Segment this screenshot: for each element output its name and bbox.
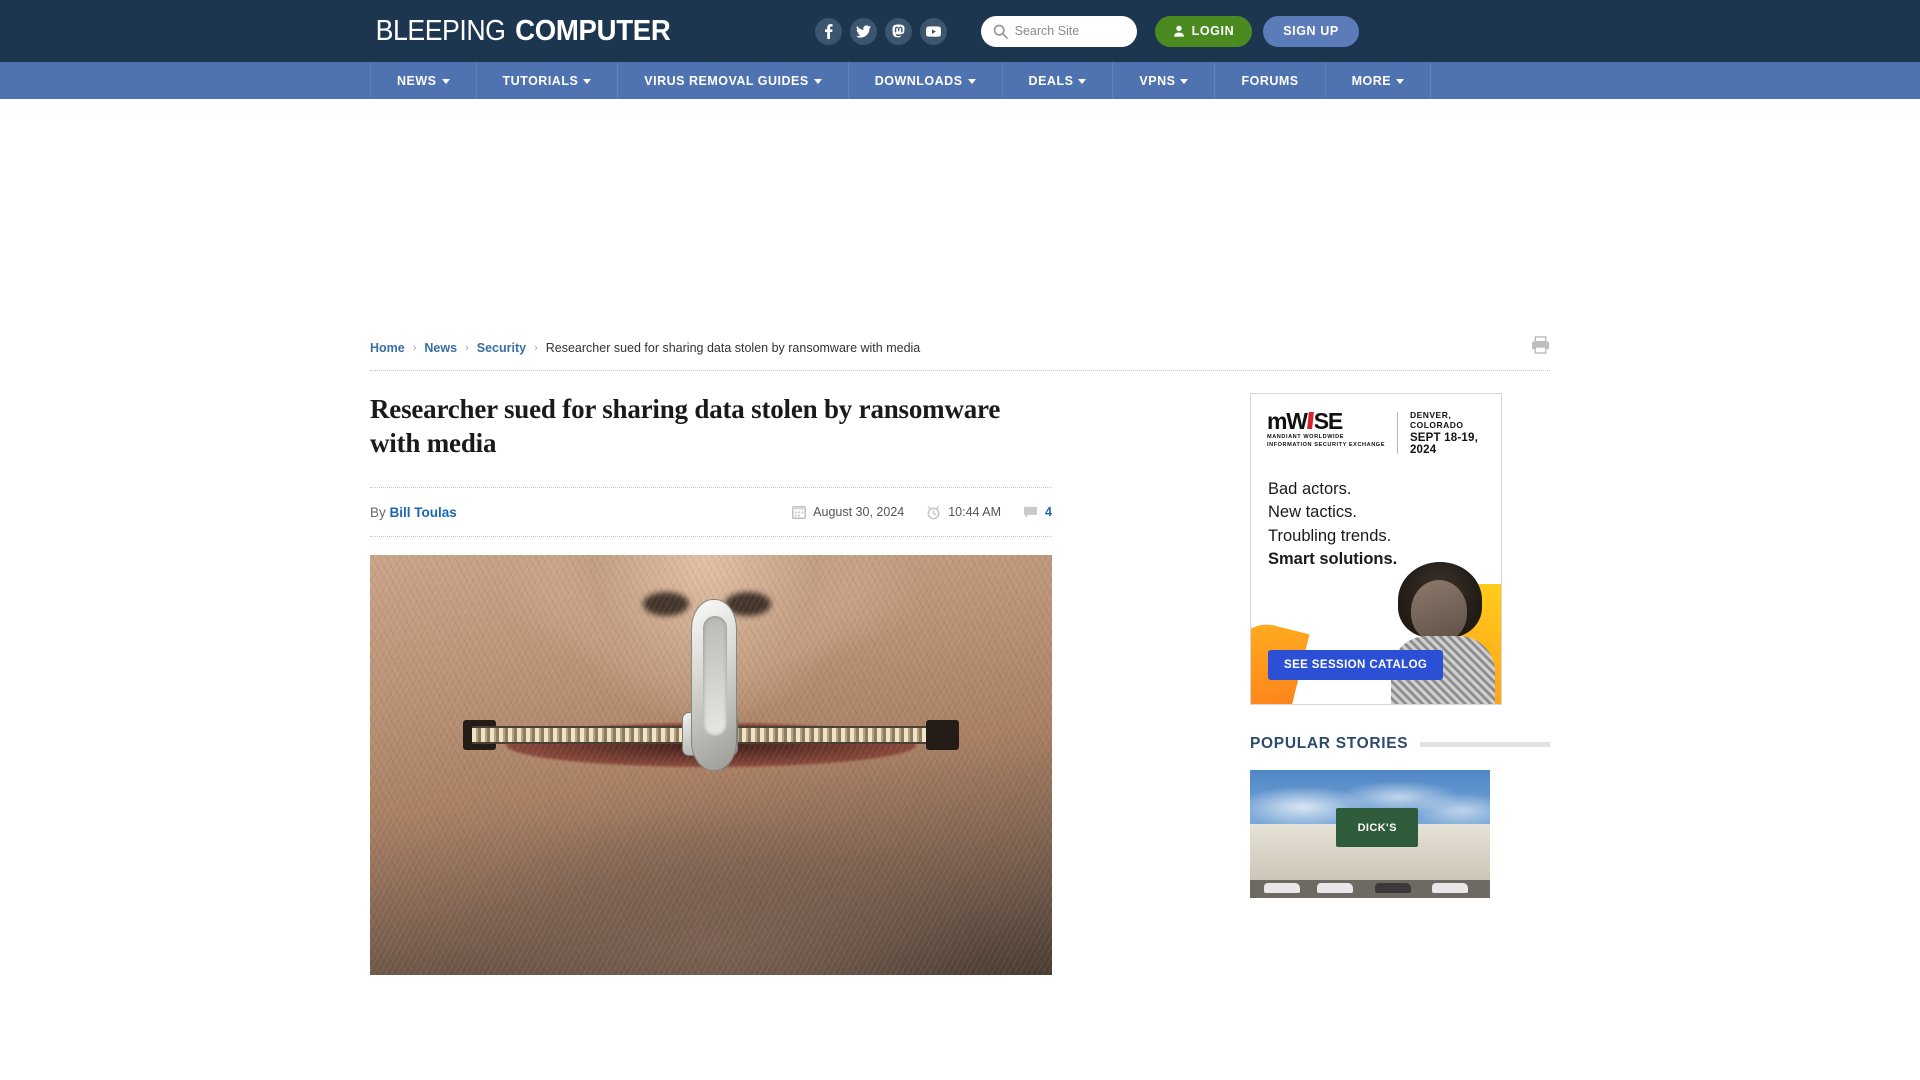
ad-divider: [1397, 412, 1398, 454]
chevron-down-icon: [967, 79, 976, 84]
page-content: Home › News › Security › Researcher sued for s…: [370, 329, 1550, 975]
breadcrumb-current: Researcher sued for sharing data stolen …: [545, 340, 921, 355]
mwise-brand-se: SE: [1313, 408, 1344, 434]
thumb-car: [1374, 882, 1411, 893]
signup-button[interactable]: SIGN UP: [1263, 15, 1359, 47]
nav-item-tutorials[interactable]: TUTORIALS: [477, 62, 619, 99]
nav-item-more[interactable]: MORE: [1326, 62, 1432, 99]
mwise-brand-m: m: [1267, 408, 1287, 434]
print-icon[interactable]: [1531, 336, 1550, 359]
zipper-tape-right: [925, 719, 960, 750]
ad-cta-button[interactable]: SEE SESSION CATALOG: [1268, 650, 1444, 680]
breadcrumb-link-home[interactable]: Home: [370, 341, 405, 355]
byline: By Bill Toulas: [370, 505, 457, 520]
popular-stories-rule: [1420, 741, 1550, 747]
ad-city: DENVER, COLORADO: [1409, 410, 1464, 430]
logo-text-light: BLEEPING: [375, 14, 506, 47]
chevron-down-icon: [583, 79, 592, 84]
article-column: Researcher sued for sharing data stolen …: [370, 393, 1052, 975]
nav-item-news[interactable]: NEWS: [370, 62, 477, 99]
chevron-down-icon: [1396, 79, 1405, 84]
nav-item-vpns[interactable]: VPNS: [1113, 62, 1216, 99]
popular-stories-title: POPULAR STORIES: [1250, 735, 1409, 752]
mwise-brand-w: W: [1286, 408, 1308, 434]
comment-icon: [1024, 506, 1038, 518]
nav-item-label: VIRUS REMOVAL GUIDES: [644, 73, 809, 88]
comment-count[interactable]: 4: [1023, 505, 1052, 519]
thumb-car: [1264, 882, 1301, 893]
mastodon-icon[interactable]: [884, 17, 912, 45]
nav-item-virus-removal-guides[interactable]: VIRUS REMOVAL GUIDES: [618, 62, 849, 99]
nav-item-label: NEWS: [397, 73, 437, 88]
popular-stories-header: POPULAR STORIES: [1250, 735, 1550, 753]
nav-item-deals[interactable]: DEALS: [1003, 62, 1114, 99]
logo-text-bold: COMPUTER: [515, 14, 671, 47]
youtube-icon[interactable]: [919, 17, 947, 45]
breadcrumb-separator-icon: ›: [412, 341, 417, 354]
article-hero-image: [370, 554, 1052, 975]
search-box[interactable]: [980, 15, 1137, 47]
signup-label: SIGN UP: [1283, 24, 1339, 38]
nav-item-downloads[interactable]: DOWNLOADS: [849, 62, 1003, 99]
nav-item-label: MORE: [1351, 73, 1392, 88]
leaderboard-ad-slot: [0, 99, 1920, 329]
mwise-red-bar: [1306, 412, 1314, 429]
page-title: Researcher sued for sharing data stolen …: [370, 393, 1052, 488]
thumb-car: [1317, 882, 1354, 893]
ad-date: SEPT 18-19, 2024: [1409, 432, 1478, 456]
publish-date: August 30, 2024: [792, 505, 904, 519]
mwise-subtitle-line2: INFORMATION SECURITY EXCHANGE: [1267, 442, 1385, 449]
sidebar: m W SE MANDIANT WORLDWIDE INFORMATION SECU…: [1250, 393, 1550, 975]
breadcrumb-separator-icon: ›: [534, 341, 538, 354]
sidebar-ad-mwise[interactable]: m W SE MANDIANT WORLDWIDE INFORMATION SECU…: [1250, 393, 1502, 705]
search-input[interactable]: [1014, 24, 1125, 38]
publish-date-text: August 30, 2024: [813, 505, 905, 519]
search-icon: [993, 24, 1008, 39]
mwise-subtitle-line1: MANDIANT WORLDWIDE: [1267, 434, 1345, 440]
author-link[interactable]: Bill Toulas: [390, 505, 457, 520]
ad-headline-line: Bad actors.: [1268, 480, 1352, 498]
site-header: BLEEPING COMPUTER Search Site LOGIN SIGN…: [0, 0, 1920, 62]
login-button[interactable]: LOGIN: [1154, 15, 1253, 47]
article-meta: By Bill Toulas August 30, 2024 10:44 AM …: [370, 488, 1052, 537]
thumb-store-sign-text: DICK'S: [1357, 821, 1397, 834]
chevron-down-icon: [1078, 79, 1087, 84]
auth-buttons: LOGIN SIGN UP: [1154, 15, 1359, 47]
breadcrumb-link-news[interactable]: News: [424, 341, 457, 355]
calendar-icon: [792, 505, 807, 519]
nav-item-label: TUTORIALS: [502, 73, 579, 88]
by-prefix: By: [370, 504, 386, 520]
publish-time-text: 10:44 AM: [948, 505, 1002, 519]
breadcrumb-separator-icon: ›: [465, 341, 469, 354]
breadcrumb: Home › News › Security › Researcher sued for s…: [370, 329, 1550, 371]
nav-item-label: DOWNLOADS: [874, 73, 963, 88]
thumb-store-sign: DICK'S: [1336, 808, 1418, 847]
twitter-icon[interactable]: [849, 17, 877, 45]
nav-item-label: VPNS: [1139, 73, 1176, 88]
publish-time: 10:44 AM: [926, 505, 1001, 520]
user-icon: [1173, 25, 1184, 37]
social-links: [814, 17, 947, 45]
chevron-down-icon: [813, 79, 822, 84]
zipper-pull-tab: [690, 598, 737, 771]
nav-item-label: FORUMS: [1241, 73, 1299, 88]
breadcrumb-link-security[interactable]: Security: [477, 341, 526, 355]
site-logo[interactable]: BLEEPING COMPUTER: [370, 15, 675, 48]
login-label: LOGIN: [1191, 24, 1235, 38]
main-navigation: NEWS TUTORIALS VIRUS REMOVAL GUIDES DOWNLOA…: [0, 62, 1920, 99]
nav-item-label: DEALS: [1028, 73, 1074, 88]
chevron-down-icon: [441, 79, 450, 84]
ad-headline-line: New tactics.: [1268, 503, 1357, 522]
ad-headline-line: Troubling trends.: [1268, 526, 1392, 545]
nav-item-forums[interactable]: FORUMS: [1215, 62, 1326, 99]
popular-story-thumbnail[interactable]: DICK'S: [1250, 770, 1490, 898]
chevron-down-icon: [1180, 79, 1189, 84]
facebook-icon[interactable]: [814, 17, 842, 45]
clock-icon: [927, 505, 940, 519]
comment-count-value[interactable]: 4: [1045, 505, 1052, 519]
mwise-logo: m W SE MANDIANT WORLDWIDE INFORMATION SECU…: [1267, 410, 1385, 449]
ad-person-photo: [1385, 554, 1497, 704]
thumb-car: [1432, 882, 1469, 893]
